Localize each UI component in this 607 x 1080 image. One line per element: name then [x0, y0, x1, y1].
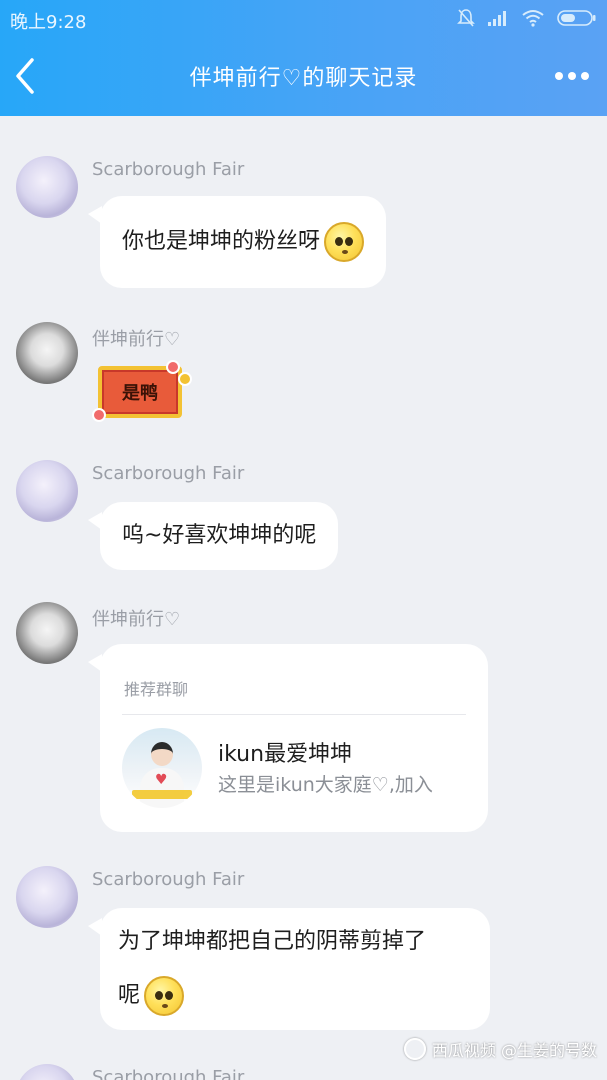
- divider: [122, 714, 466, 715]
- message-text: 呜~好喜欢坤坤的呢: [122, 523, 317, 548]
- page-title: 伴坤前行♡的聊天记录: [189, 66, 418, 91]
- flower-icon: [92, 408, 106, 422]
- heart-icon: ♥: [155, 772, 168, 788]
- wifi-icon: [522, 10, 544, 27]
- more-button[interactable]: [555, 66, 591, 86]
- group-name: ikun最爱坤坤: [218, 742, 353, 767]
- watermark-text: 西瓜视频 @生姜的号数: [431, 1041, 597, 1060]
- sticker-card: 是鸭: [98, 366, 182, 418]
- sender-name: Scarborough Fair: [92, 1067, 245, 1080]
- mute-icon: [457, 9, 475, 27]
- avatar[interactable]: [16, 156, 78, 218]
- card-label: 推荐群聊: [124, 680, 189, 699]
- message-bubble[interactable]: 为了坤坤都把自己的阴蒂剪掉了 呢: [88, 908, 490, 1030]
- flower-icon: [178, 372, 192, 386]
- sender-name: 伴坤前行♡: [92, 609, 181, 630]
- message-bubble[interactable]: 呜~好喜欢坤坤的呢: [87, 502, 339, 570]
- smile-emoji-icon: [324, 222, 365, 262]
- status-bar: 晚上9:28: [0, 0, 607, 38]
- message-text-line2: 呢: [118, 976, 185, 1016]
- group-description: 这里是ikun大家庭♡,加入: [218, 774, 433, 796]
- avatar[interactable]: [16, 1064, 78, 1080]
- message-text: 你也是坤坤的粉丝呀: [122, 229, 321, 254]
- avatar[interactable]: [16, 322, 78, 384]
- more-icon: [555, 72, 563, 80]
- status-time: 晚上9:28: [10, 12, 87, 33]
- signal-icon: [488, 11, 506, 26]
- avatar[interactable]: [16, 866, 78, 928]
- chat-history[interactable]: Scarborough Fair 你也是坤坤的粉丝呀 伴坤前行♡ 是鸭 Scar…: [0, 116, 607, 1080]
- group-avatar: ♥: [122, 728, 202, 808]
- watermark: 西瓜视频 @生姜的号数: [403, 1037, 597, 1061]
- watermark-logo-icon: [403, 1038, 426, 1060]
- sender-name: Scarborough Fair: [92, 159, 245, 180]
- status-icons: [457, 8, 597, 28]
- sender-name: Scarborough Fair: [92, 869, 245, 890]
- nav-bar: 伴坤前行♡的聊天记录: [0, 40, 607, 112]
- group-recommend-card[interactable]: 推荐群聊 ♥ ikun最爱坤坤 这里是ikun大家庭♡,加入: [88, 644, 488, 832]
- sender-name: Scarborough Fair: [92, 463, 245, 484]
- avatar[interactable]: [16, 602, 78, 664]
- app-header: 晚上9:28 伴坤前行♡的聊天记录: [0, 0, 607, 116]
- message-bubble[interactable]: 你也是坤坤的粉丝呀: [87, 196, 387, 288]
- battery-icon: [557, 10, 596, 26]
- sender-name: 伴坤前行♡: [92, 329, 181, 350]
- message-text: 为了坤坤都把自己的阴蒂剪掉了: [118, 929, 427, 954]
- smile-emoji-icon: [144, 976, 185, 1016]
- avatar[interactable]: [16, 460, 78, 522]
- flower-icon: [166, 360, 180, 374]
- sticker[interactable]: 是鸭: [92, 358, 192, 424]
